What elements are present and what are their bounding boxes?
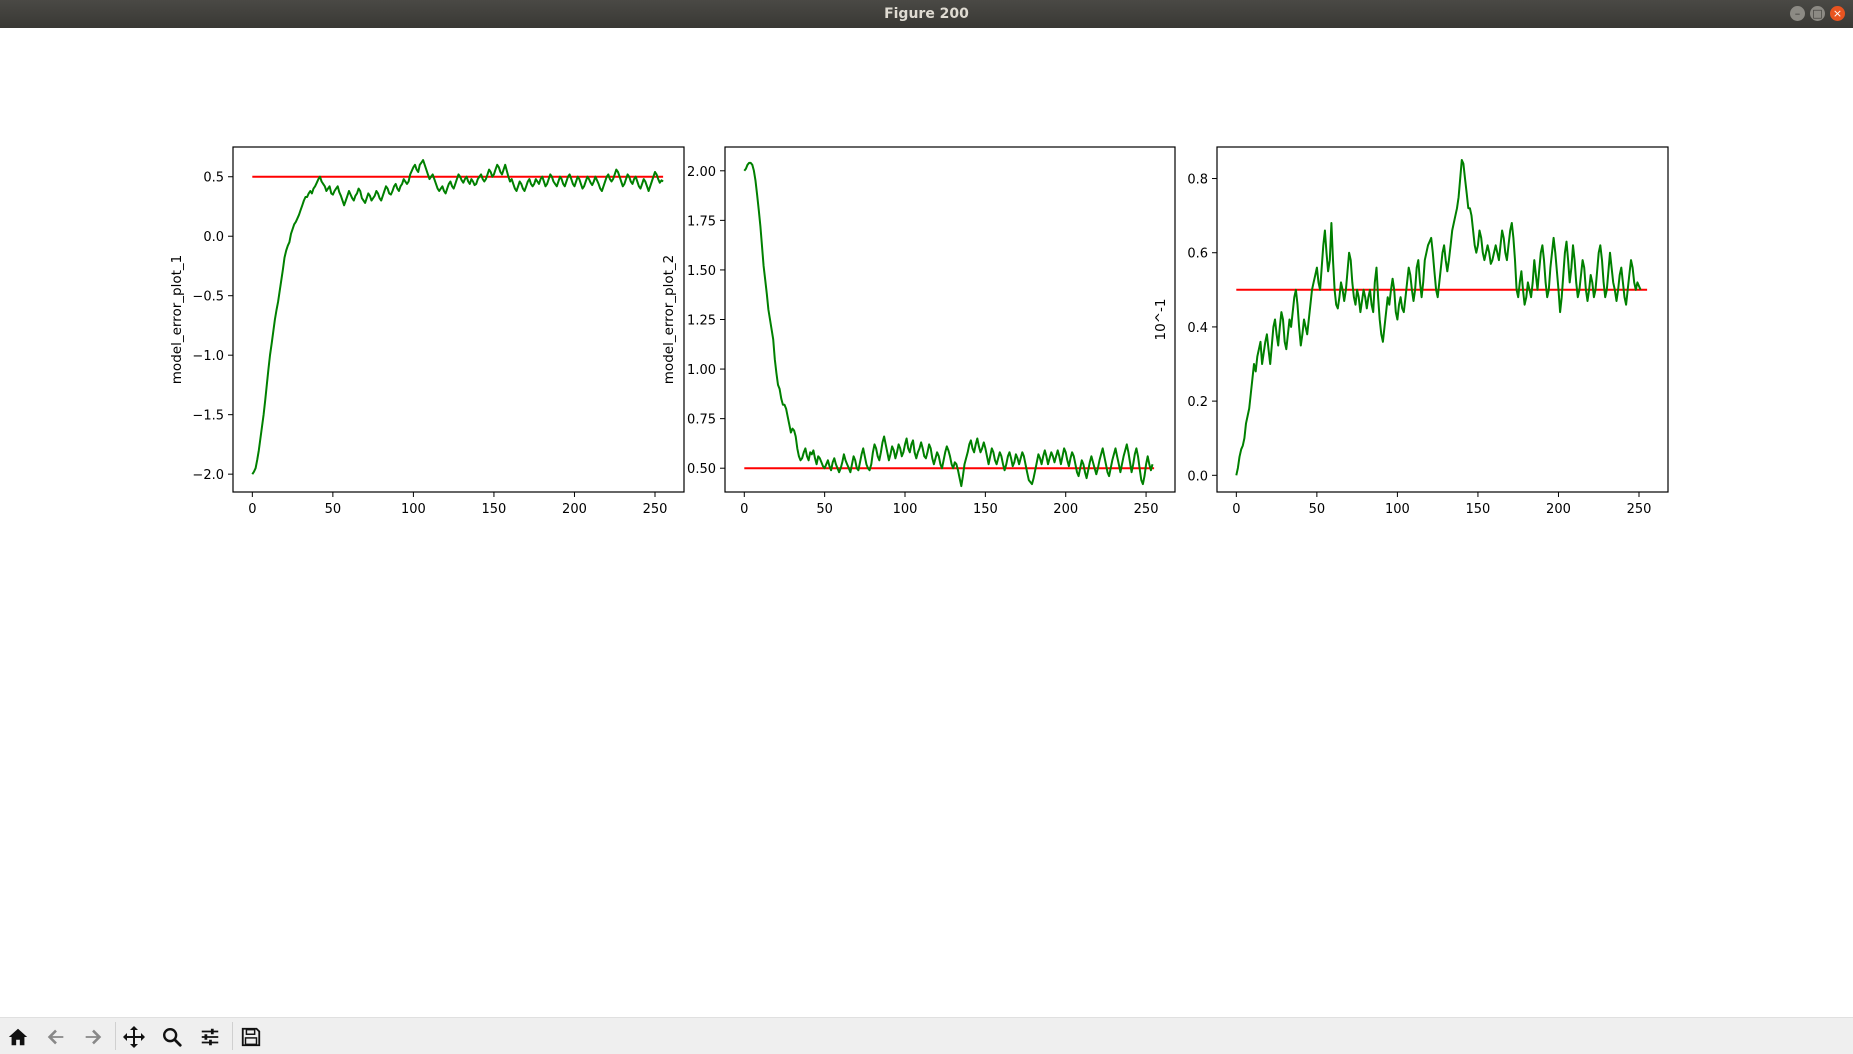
subplot-1: 0 50 100 150 200 250 −2.0 −1.5 −1.0 −0.5 0.0 0.5 mod… <box>169 146 685 517</box>
y-tick-label: 1.50 <box>687 264 716 279</box>
x-tick-label: 200 <box>1053 502 1078 517</box>
maximize-button[interactable]: □ <box>1810 6 1825 21</box>
toolbar-separator <box>232 1022 233 1050</box>
series-line-data <box>743 161 1154 488</box>
y-tick-label: −0.5 <box>192 290 224 305</box>
axes-frame <box>1216 146 1669 493</box>
x-tick-label: 50 <box>325 502 342 517</box>
axes-frame <box>724 146 1176 493</box>
series-line-data <box>251 159 664 475</box>
configure-subplots-icon[interactable] <box>197 1024 223 1050</box>
x-tick-label: 50 <box>1309 502 1326 517</box>
y-tick-label: 2.00 <box>687 165 716 180</box>
y-tick-label: 1.75 <box>687 214 716 229</box>
y-tick-label: 0.0 <box>203 230 224 245</box>
y-tick-label: −1.5 <box>192 409 224 424</box>
y-tick-label: 0.5 <box>203 171 224 186</box>
x-tick-label: 50 <box>816 502 833 517</box>
y-tick-label: 0.2 <box>1187 395 1208 410</box>
y-tick-label: −1.0 <box>192 349 224 364</box>
minimize-button[interactable]: – <box>1790 6 1805 21</box>
window-title: Figure 200 <box>884 6 969 22</box>
zoom-magnifier-icon[interactable] <box>159 1024 185 1050</box>
x-tick-label: 100 <box>893 502 918 517</box>
x-tick-label: 200 <box>562 502 587 517</box>
save-floppy-icon[interactable] <box>238 1024 264 1050</box>
y-tick-label: 0.6 <box>1187 247 1208 262</box>
y-tick-label: 0.50 <box>687 462 716 477</box>
x-tick-label: 150 <box>1466 502 1491 517</box>
subplot-3: 0 50 100 150 200 250 0.0 0.2 0.4 0.6 0.8 10^-1 <box>1153 146 1669 517</box>
x-tick-label: 100 <box>1385 502 1410 517</box>
close-button[interactable]: × <box>1830 6 1845 21</box>
y-tick-label: −2.0 <box>192 468 224 483</box>
x-tick-label: 250 <box>1134 502 1159 517</box>
pan-move-icon[interactable] <box>121 1024 147 1050</box>
back-arrow-icon[interactable] <box>43 1024 69 1050</box>
x-tick-label: 0 <box>740 502 748 517</box>
y-tick-label: 1.25 <box>687 314 716 329</box>
x-tick-label: 200 <box>1546 502 1571 517</box>
y-tick-label: 0.4 <box>1187 321 1208 336</box>
y-tick-label: 0.8 <box>1187 173 1208 188</box>
subplot-2: 0 50 100 150 200 250 0.50 0.75 1.00 1.25 1.50 1.75 2… <box>661 146 1176 517</box>
x-tick-label: 250 <box>1627 502 1652 517</box>
navigation-toolbar <box>0 1017 1853 1054</box>
y-axis-label: 10^-1 <box>1153 299 1169 341</box>
y-tick-label: 0.0 <box>1187 469 1208 484</box>
home-icon[interactable] <box>5 1024 31 1050</box>
y-axis-label: model_error_plot_1 <box>169 255 185 384</box>
x-tick-label: 0 <box>1232 502 1240 517</box>
toolbar-separator <box>115 1022 116 1050</box>
y-tick-label: 0.75 <box>687 413 716 428</box>
forward-arrow-icon[interactable] <box>80 1024 106 1050</box>
window-titlebar: Figure 200 – □ × <box>0 0 1853 28</box>
figure-canvas: 0 50 100 150 200 250 −2.0 −1.5 −1.0 −0.5 0.0 0.5 mod… <box>169 146 1669 517</box>
x-tick-label: 100 <box>401 502 426 517</box>
x-tick-label: 150 <box>482 502 507 517</box>
series-line-data <box>1235 159 1642 476</box>
axes-frame <box>232 146 685 493</box>
y-tick-label: 1.00 <box>687 363 716 378</box>
y-axis-label: model_error_plot_2 <box>661 255 677 384</box>
x-tick-label: 250 <box>643 502 668 517</box>
x-tick-label: 0 <box>248 502 256 517</box>
x-tick-label: 150 <box>973 502 998 517</box>
